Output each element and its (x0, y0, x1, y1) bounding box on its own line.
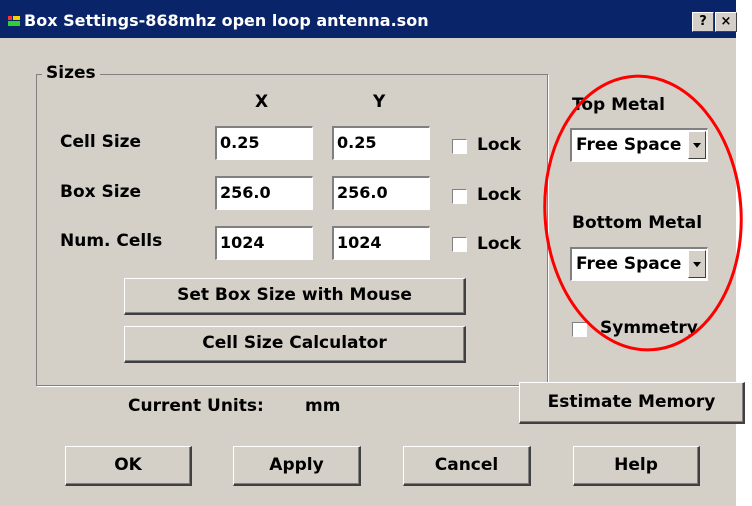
red-ellipse-annotation (543, 74, 743, 352)
